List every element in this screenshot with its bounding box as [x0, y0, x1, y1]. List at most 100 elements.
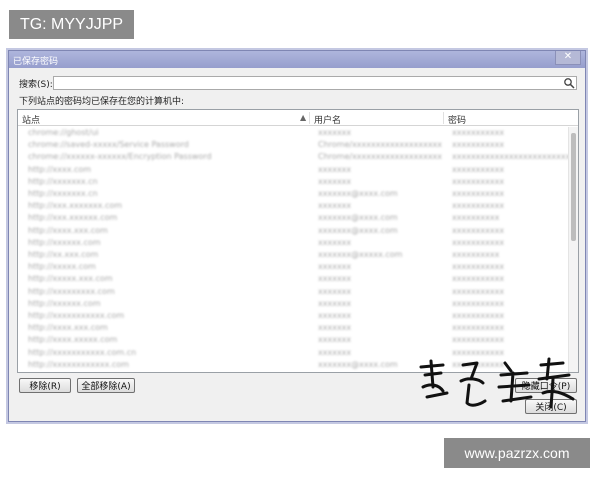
- description-text: 下列站点的密码均已保存在您的计算机中:: [19, 97, 185, 107]
- password-cell: xxxxxxxxxxx: [452, 286, 505, 296]
- password-cell: xxxxxxxxxxx: [452, 237, 505, 247]
- remove-button[interactable]: 移除(R): [19, 378, 71, 393]
- site-cell: chrome://xxxxxx-xxxxxx/Encryption Passwo…: [28, 152, 212, 162]
- site-cell: http://xxxx.xxx.com: [28, 323, 108, 333]
- username-cell: xxxxxxx: [318, 237, 352, 247]
- username-cell: xxxxxxx: [318, 274, 352, 284]
- site-cell: http://xxxxxxxxxxx.com: [28, 311, 125, 320]
- site-cell: http://xxxxxxx.cn: [28, 189, 98, 198]
- site-cell: http://xxxxx.xxx.com: [28, 274, 113, 284]
- table-row[interactable]: http://xxxx.com xxxxxxx xxxxxxxxxxx: [18, 164, 568, 176]
- table-row[interactable]: http://xx.xxx.com xxxxxxx@xxxxx.com xxxxxx…: [18, 249, 568, 261]
- username-cell: xxxxxxx: [318, 286, 352, 296]
- column-header-site[interactable]: 站点: [22, 113, 40, 126]
- site-cell: chrome://saved-xxxxx/Service Password: [28, 140, 189, 150]
- site-cell: http://xxxxxxxxxxx.com.cn: [28, 347, 137, 357]
- password-cell: xxxxxxxxxxx: [452, 262, 505, 272]
- site-cell: http://xxxxxxxxxxxx.com: [28, 359, 129, 369]
- username-cell: xxxxxxx: [318, 176, 352, 186]
- username-cell: Chrome/xxxxxxxxxxxxxxxxxxx: [318, 140, 443, 150]
- search-label: 搜索(S):: [19, 80, 53, 90]
- titlebar: 已保存密码 ✕: [9, 51, 585, 68]
- password-cell: xxxxxxxxxxx: [452, 274, 505, 284]
- password-cell: xxxxxxxxxxx: [452, 311, 505, 320]
- table-row[interactable]: http://xxxx.xxxxx.com xxxxxxx xxxxxxxxxxx: [18, 334, 568, 346]
- passwords-table: 站点 ▲ 用户名 密码 chrome://ghost/ui xxxxxxx xxxx…: [17, 109, 579, 373]
- username-cell: xxxxxxx: [318, 323, 352, 333]
- column-divider[interactable]: [443, 112, 444, 124]
- search-row: 搜索(S):: [19, 76, 577, 90]
- username-cell: xxxxxxx@xxxxx.com: [318, 250, 403, 259]
- username-cell: xxxxxxx: [318, 335, 352, 345]
- table-row[interactable]: http://xxxxxxx.cn xxxxxxx@xxxx.com xxxxxxx…: [18, 188, 568, 200]
- site-cell: http://xxxxxx.com: [28, 298, 101, 308]
- table-header: 站点 ▲ 用户名 密码: [18, 110, 578, 126]
- site-cell: http://xxxxxxx.cn: [28, 176, 98, 186]
- site-cell: http://xxxxx.com: [28, 262, 96, 272]
- password-cell: xxxxxxxxxxx: [452, 335, 505, 345]
- username-cell: Chrome/xxxxxxxxxxxxxxxxxxx: [318, 152, 443, 162]
- username-cell: xxxxxxx: [318, 347, 352, 357]
- username-cell: xxxxxxx: [318, 262, 352, 272]
- username-cell: xxxxxxx@xxxx.com: [318, 359, 398, 369]
- table-row[interactable]: http://xxxx.xxx.com xxxxxxx xxxxxxxxxxx: [18, 322, 568, 334]
- column-header-username[interactable]: 用户名: [314, 113, 341, 126]
- username-cell: xxxxxxx: [318, 311, 352, 320]
- search-input[interactable]: [53, 76, 577, 90]
- remove-all-button[interactable]: 全部移除(A): [77, 378, 135, 393]
- table-row[interactable]: http://xxxxxxxxx.com xxxxxxx xxxxxxxxxxx: [18, 286, 568, 298]
- table-row[interactable]: http://xxxxxx.com xxxxxxx xxxxxxxxxxx: [18, 298, 568, 310]
- site-cell: http://xxxx.xxxxx.com: [28, 335, 118, 345]
- password-cell: xxxxxxxxxxx: [452, 225, 505, 235]
- username-cell: xxxxxxx@xxxx.com: [318, 225, 398, 235]
- password-cell: xxxxxxxxxxx: [452, 164, 505, 174]
- table-row[interactable]: http://xxxxxxx.cn xxxxxxx xxxxxxxxxxx: [18, 176, 568, 188]
- table-row[interactable]: http://xxxxx.com xxxxxxx xxxxxxxxxxx: [18, 261, 568, 273]
- password-cell: xxxxxxxxxx: [452, 250, 500, 259]
- table-row[interactable]: http://xxxx.xxx.com xxxxxxx@xxxx.com xxxxx…: [18, 225, 568, 237]
- watermark-top-badge: TG: MYYJJPP: [9, 10, 134, 39]
- password-cell: xxxxxxxxxxx: [452, 347, 505, 357]
- table-row[interactable]: http://xxxxxxxxxxx.com xxxxxxx xxxxxxxxxxx: [18, 310, 568, 322]
- search-icon[interactable]: [563, 77, 575, 89]
- table-row[interactable]: http://xxxxxx.com xxxxxxx xxxxxxxxxxx: [18, 237, 568, 249]
- username-cell: xxxxxxx@xxxx.com: [318, 213, 398, 223]
- username-cell: xxxxxxx: [318, 298, 352, 308]
- site-cell: http://xxxxxxxxx.com: [28, 286, 115, 296]
- watermark-bottom-badge: www.pazrzx.com: [444, 438, 590, 468]
- signature-icon: [419, 357, 575, 409]
- table-row[interactable]: chrome://ghost/ui xxxxxxx xxxxxxxxxxx: [18, 127, 568, 139]
- scrollbar-thumb[interactable]: [571, 133, 576, 241]
- table-row[interactable]: http://xxxxx.xxx.com xxxxxxx xxxxxxxxxxx: [18, 273, 568, 285]
- table-row[interactable]: http://xxx.xxxxxx.com xxxxxxx@xxxx.com xxx…: [18, 212, 568, 224]
- table-row[interactable]: chrome://xxxxxx-xxxxxx/Encryption Passwo…: [18, 151, 568, 163]
- site-cell: http://xxx.xxxxxx.com: [28, 213, 118, 223]
- site-cell: http://xxxx.xxx.com: [28, 225, 108, 235]
- table-row[interactable]: chrome://saved-xxxxx/Service Password Chr…: [18, 139, 568, 151]
- table-row[interactable]: http://xxx.xxxxxxx.com xxxxxxx xxxxxxxxxxx: [18, 200, 568, 212]
- site-cell: http://xxxx.com: [28, 164, 92, 174]
- password-cell: xxxxxxxxxxx: [452, 140, 505, 150]
- window-title: 已保存密码: [13, 57, 59, 67]
- site-cell: http://xxx.xxxxxxx.com: [28, 201, 123, 211]
- username-cell: xxxxxxx: [318, 201, 352, 211]
- password-cell: xxxxxxxxxxx: [452, 201, 505, 211]
- password-cell: xxxxxxxxxxx: [452, 298, 505, 308]
- password-cell: xxxxxxxxxxxxxxxxxxxxxxxxxxxx: [452, 152, 568, 162]
- site-cell: http://xxxxxx.com: [28, 237, 101, 247]
- site-cell: http://xx.xxx.com: [28, 250, 99, 259]
- column-divider[interactable]: [309, 112, 310, 124]
- password-cell: xxxxxxxxxxx: [452, 128, 505, 137]
- site-cell: chrome://ghost/ui: [28, 128, 99, 137]
- password-cell: xxxxxxxxxxx: [452, 176, 505, 186]
- username-cell: xxxxxxx: [318, 164, 352, 174]
- password-cell: xxxxxxxxxxx: [452, 189, 505, 198]
- close-window-button[interactable]: ✕: [555, 51, 581, 65]
- table-body: chrome://ghost/ui xxxxxxx xxxxxxxxxxx chrom…: [18, 127, 568, 372]
- sort-up-icon: ▲: [300, 113, 307, 122]
- password-cell: xxxxxxxxxx: [452, 213, 500, 223]
- column-header-password[interactable]: 密码: [448, 113, 466, 126]
- vertical-scrollbar[interactable]: [568, 127, 578, 372]
- username-cell: xxxxxxx@xxxx.com: [318, 189, 398, 198]
- password-cell: xxxxxxxxxxx: [452, 323, 505, 333]
